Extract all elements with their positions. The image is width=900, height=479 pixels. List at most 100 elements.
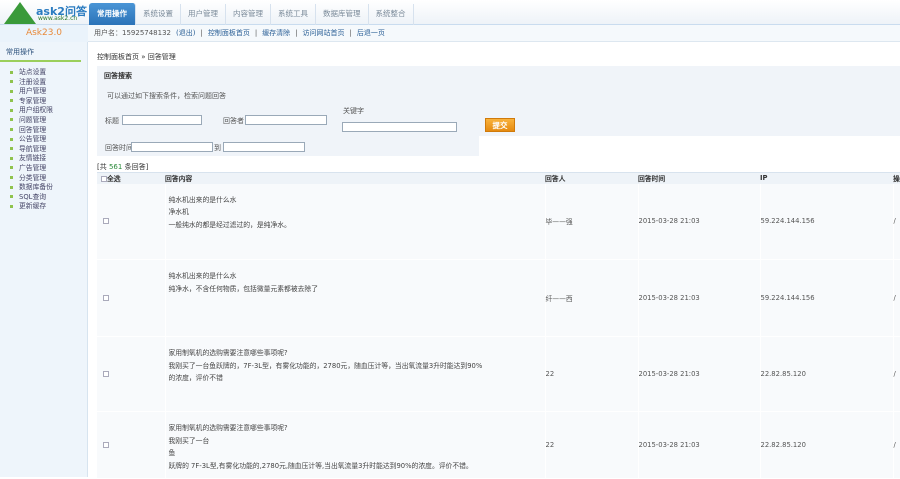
sub-nav: 用户名：15925748132 (退出) | 控制面板首页 | 缓存清除 | 访问网站…	[94, 25, 385, 41]
sidebar-item[interactable]: 回答管理	[10, 126, 87, 136]
title-label: 标题	[105, 117, 119, 125]
answer-line: 我刚买了一台	[168, 436, 210, 445]
link-dashboard[interactable]: 控制面板首页	[208, 25, 250, 41]
to-label: 到	[214, 144, 221, 152]
answer-time: 2015-03-28 21:03	[638, 336, 761, 412]
row-checkbox[interactable]	[103, 371, 109, 377]
answer-line: 净水机	[168, 208, 189, 216]
logo-mark-icon	[4, 2, 36, 24]
answer-line: 跃牌的 7F-3L型,有雾化功能的,2780元,随血压计等,当出氧流量3升时能达…	[168, 461, 473, 470]
tab-tools[interactable]: 系统工具	[271, 4, 316, 25]
time-to-input[interactable]	[223, 142, 305, 152]
header-content: 回答内容	[165, 172, 545, 184]
answer-line: 纯水机出来的是什么水	[168, 272, 237, 280]
table-row: 家用制氧机的选购需要注意哪些事项呢? 我刚买了一台鱼跃牌的 7F-3L型,有雾化功…	[97, 411, 900, 479]
tab-common[interactable]: 常用操作	[89, 3, 136, 25]
sidebar-item[interactable]: 用户管理	[10, 87, 87, 97]
search-title: 回答搜索	[104, 72, 132, 80]
author-input[interactable]	[245, 115, 327, 125]
version-label: Ask23.0	[0, 25, 88, 42]
answer-actions[interactable]: /	[893, 411, 900, 479]
sidebar-item[interactable]: SQL查询	[10, 193, 87, 203]
table-row: 纯水机出来的是什么水纯净水，不含任何物质，包括微量元素都被去除了 纤——西 20…	[97, 259, 900, 337]
answer-author: 毕——强	[545, 183, 639, 260]
sidebar-item[interactable]: 更新缓存	[10, 202, 87, 212]
header-ip: IP	[760, 172, 893, 184]
answer-line: 纯水机出来的是什么水	[168, 195, 237, 204]
answer-count: [共 561 条回答]	[97, 163, 149, 171]
author-label: 回答者	[223, 117, 244, 125]
sidebar-item[interactable]: 公告管理	[10, 135, 87, 145]
sidebar-item[interactable]: 注册设置	[10, 78, 87, 88]
answer-actions[interactable]: /	[893, 259, 900, 337]
answer-ip: 59.224.144.156	[760, 259, 894, 337]
sidebar: 常用操作 站点设置 注册设置 用户管理 专家管理 用户组权限 问题管理 回答管理 公告管理 导航…	[0, 42, 88, 477]
answer-author: 22	[545, 336, 639, 412]
sidebar-item[interactable]: 站点设置	[10, 68, 87, 78]
sidebar-item[interactable]: 专家管理	[10, 97, 87, 107]
answer-ip: 22.82.85.120	[760, 336, 894, 412]
row-checkbox[interactable]	[103, 295, 109, 301]
time-from-input[interactable]	[131, 142, 213, 152]
sidebar-title: 常用操作	[0, 42, 81, 62]
answer-line: 家用制氧机的选购需要注意哪些事项呢?	[168, 424, 288, 432]
tab-database[interactable]: 数据库管理	[316, 4, 369, 25]
tab-users[interactable]: 用户管理	[181, 4, 226, 25]
link-site-home[interactable]: 访问网站首页	[303, 25, 345, 41]
main-nav: 常用操作 系统设置 用户管理 内容管理 系统工具 数据库管理 系统整合	[89, 3, 414, 25]
table-row: 纯水机出来的是什么水 净水机一般纯水的都是经过滤过的，是纯净水。 毕——强 201…	[97, 183, 900, 260]
answer-ip: 22.82.85.120	[760, 411, 894, 479]
sidebar-item[interactable]: 广告管理	[10, 164, 87, 174]
answer-author: 22	[545, 411, 639, 479]
logo[interactable]: ask2问答 www.ask2.cn	[0, 0, 88, 25]
tab-integration[interactable]: 系统整合	[369, 4, 414, 25]
header-actions: 操	[893, 172, 900, 184]
tab-system-settings[interactable]: 系统设置	[136, 4, 181, 25]
table-row: 家用制氧机的选购需要注意哪些事项呢? 我刚买了一台鱼跃牌的，7F-3L型，有雾化功…	[97, 336, 900, 412]
username: 用户名：15925748132	[94, 29, 171, 37]
header-author: 回答人	[545, 172, 638, 184]
search-description: 可以通过如下搜索条件，检索问题回答	[107, 92, 226, 100]
answer-line: 纯净水，不含任何物质，包括微量元素都被去除了	[168, 284, 319, 293]
answer-author: 纤——西	[545, 259, 639, 337]
answer-line: 我刚买了一台鱼跃牌的，7F-3L型，有雾化功能的，2780元，随血压计等，当出氧…	[168, 361, 483, 370]
answer-content: 纯水机出来的是什么水 净水机一般纯水的都是经过滤过的，是纯净水。	[165, 183, 546, 260]
answer-content: 家用制氧机的选购需要注意哪些事项呢? 我刚买了一台鱼跃牌的，7F-3L型，有雾化功…	[165, 336, 546, 412]
title-input[interactable]	[122, 115, 202, 125]
logout-link[interactable]: (退出)	[176, 25, 195, 41]
row-checkbox[interactable]	[103, 442, 109, 448]
answers-table: 全选 回答内容 回答人 回答时间 IP 操 纯水机出来的是什么水 净水机一般纯水的…	[97, 172, 900, 479]
breadcrumb: 控制面板首页 » 回答管理	[97, 53, 176, 61]
answer-time: 2015-03-28 21:03	[638, 259, 761, 337]
answer-line: 一般纯水的都是经过滤过的，是纯净水。	[168, 220, 291, 229]
answer-actions[interactable]: /	[893, 336, 900, 412]
sidebar-item[interactable]: 导航管理	[10, 145, 87, 155]
sidebar-item[interactable]: 用户组权限	[10, 106, 87, 116]
answer-line: 家用制氧机的选购需要注意哪些事项呢?	[168, 349, 288, 357]
answer-time: 2015-03-28 21:03	[638, 411, 761, 479]
top-header: ask2问答 www.ask2.cn 常用操作 系统设置 用户管理 内容管理 系…	[0, 0, 900, 25]
main-content: 控制面板首页 » 回答管理 回答搜索 可以通过如下搜索条件，检索问题回答 标题 …	[95, 42, 900, 479]
answer-content: 纯水机出来的是什么水纯净水，不含任何物质，包括微量元素都被去除了	[165, 259, 546, 337]
answer-time: 2015-03-28 21:03	[638, 183, 761, 260]
header-time: 回答时间	[638, 172, 760, 184]
answer-ip: 59.224.144.156	[760, 183, 894, 260]
row-checkbox[interactable]	[103, 218, 109, 225]
sidebar-item[interactable]: 友情链接	[10, 154, 87, 164]
keyword-label: 关键字	[343, 107, 364, 115]
sidebar-item[interactable]: 分类管理	[10, 174, 87, 184]
link-clear-cache[interactable]: 缓存清除	[262, 25, 290, 41]
logo-url: www.ask2.cn	[38, 15, 78, 22]
answer-line: 的浓度，评价不错	[168, 374, 223, 382]
sidebar-item[interactable]: 数据库备份	[10, 183, 87, 193]
link-back[interactable]: 后退一页	[357, 25, 385, 41]
select-all[interactable]: 全选	[97, 172, 165, 184]
sub-header: Ask23.0 用户名：15925748132 (退出) | 控制面板首页 | 缓存…	[0, 25, 900, 42]
tab-content[interactable]: 内容管理	[226, 4, 271, 25]
submit-button[interactable]: 提交	[485, 118, 515, 132]
sidebar-item[interactable]: 问题管理	[10, 116, 87, 126]
time-label: 回答时间	[105, 144, 133, 152]
answer-line: 鱼	[168, 449, 176, 457]
answer-actions[interactable]: /	[893, 183, 900, 260]
keyword-input[interactable]	[342, 122, 457, 132]
